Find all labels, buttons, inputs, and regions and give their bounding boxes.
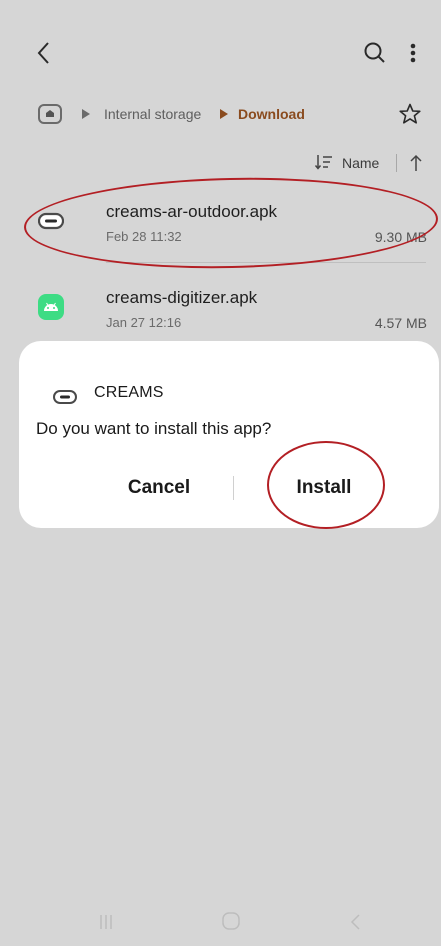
search-button[interactable]: [360, 38, 390, 68]
cancel-button[interactable]: Cancel: [69, 466, 249, 510]
android-icon: [38, 294, 64, 320]
file-date: Jan 27 12:16: [106, 315, 182, 330]
creams-app-icon: [53, 390, 77, 404]
chevron-left-icon: [37, 42, 49, 64]
back-nav-icon[interactable]: [346, 910, 366, 934]
home-nav-icon[interactable]: [221, 911, 241, 931]
breadcrumb-separator-icon: [220, 109, 228, 119]
install-button[interactable]: Install: [264, 466, 384, 510]
top-app-bar: [0, 0, 441, 100]
sort-divider: [396, 154, 397, 172]
home-icon: [46, 110, 54, 117]
creams-app-icon: [38, 212, 64, 230]
star-outline-icon: [399, 103, 421, 124]
favorite-button[interactable]: [398, 102, 422, 126]
arrow-up-icon[interactable]: [408, 153, 424, 173]
file-list-item[interactable]: creams-ar-outdoor.apk Feb 28 11:32 9.30 …: [0, 192, 441, 256]
more-options-button[interactable]: [403, 38, 423, 68]
sort-by-name-label[interactable]: Name: [342, 155, 379, 171]
home-folder-button[interactable]: [38, 104, 62, 124]
file-size: 9.30 MB: [374, 229, 427, 245]
file-name: creams-ar-outdoor.apk: [106, 202, 278, 221]
install-dialog: CREAMS Do you want to install this app? …: [19, 341, 439, 529]
sort-bar: Name: [0, 148, 441, 178]
breadcrumb-separator-icon: [82, 109, 90, 119]
more-vert-icon: [410, 43, 416, 63]
breadcrumb-download[interactable]: Download: [238, 106, 305, 122]
dialog-message: Do you want to install this app?: [36, 419, 272, 438]
file-name: creams-digitizer.apk: [106, 288, 258, 307]
search-icon: [364, 42, 385, 63]
dialog-button-divider: [233, 476, 234, 500]
breadcrumb-internal-storage[interactable]: Internal storage: [104, 106, 201, 122]
list-divider: [106, 262, 426, 263]
recent-apps-icon[interactable]: [96, 910, 116, 934]
file-list-item[interactable]: creams-digitizer.apk Jan 27 12:16 4.57 M…: [0, 278, 441, 342]
dialog-app-name: CREAMS: [94, 384, 164, 401]
file-size: 4.57 MB: [374, 315, 427, 331]
breadcrumb: Internal storage Download: [0, 98, 441, 136]
back-button[interactable]: [30, 38, 60, 68]
system-navigation-bar: [0, 900, 441, 946]
file-date: Feb 28 11:32: [106, 229, 182, 244]
sort-icon[interactable]: [314, 153, 334, 171]
